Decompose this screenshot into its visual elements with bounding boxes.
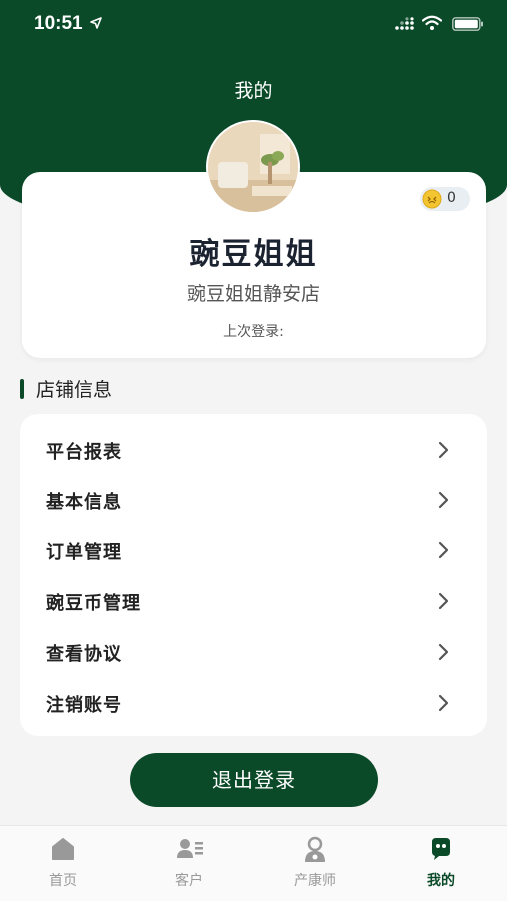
battery-icon [452, 17, 483, 31]
menu-item-coin-management[interactable]: 豌豆币管理 [20, 576, 487, 626]
menu-item-label: 豌豆币管理 [46, 593, 141, 614]
tab-label: 我的 [427, 873, 455, 889]
tab-label: 首页 [49, 873, 77, 889]
therapist-icon [305, 836, 325, 862]
coin-count: 0 [447, 190, 456, 206]
last-login-label: 上次登录: [223, 324, 284, 340]
chevron-right-icon [438, 541, 449, 559]
menu-item-label: 基本信息 [46, 492, 122, 513]
tab-label: 产康师 [294, 873, 336, 889]
tab-home[interactable]: 首页 [0, 826, 126, 901]
chevron-right-icon [438, 592, 449, 610]
customers-icon [177, 839, 203, 858]
menu-item-view-agreement[interactable]: 查看协议 [20, 627, 487, 677]
logout-button[interactable]: 退出登录 [130, 753, 378, 807]
store-name: 豌豆姐姐静安店 [186, 283, 320, 305]
coin-badge[interactable]: 0 [420, 187, 470, 211]
chevron-right-icon [438, 441, 449, 459]
location-arrow-icon [90, 17, 102, 29]
chevron-right-icon [438, 643, 449, 661]
menu-item-label: 注销账号 [46, 695, 122, 716]
section-title: 店铺信息 [36, 379, 113, 401]
menu-card: 平台报表 基本信息 订单管理 豌豆币管理 查看协议 注销账号 [20, 414, 487, 736]
avatar[interactable] [206, 120, 300, 214]
menu-item-label: 订单管理 [46, 542, 122, 563]
coin-icon [422, 189, 442, 209]
menu-item-basic-info[interactable]: 基本信息 [20, 475, 487, 525]
mine-icon [432, 838, 450, 860]
tab-label: 客户 [175, 873, 203, 889]
wifi-icon [422, 15, 442, 30]
tab-therapist[interactable]: 产康师 [252, 826, 378, 901]
user-name: 豌豆姐姐 [189, 237, 318, 272]
cellular-signal-icon [395, 17, 414, 30]
menu-item-order-management[interactable]: 订单管理 [20, 525, 487, 575]
status-bar: 10:51 [0, 0, 507, 48]
avatar-image [208, 122, 298, 212]
tab-mine[interactable]: 我的 [378, 826, 504, 901]
chevron-right-icon [438, 491, 449, 509]
menu-item-delete-account[interactable]: 注销账号 [20, 678, 487, 728]
tab-customers[interactable]: 客户 [126, 826, 252, 901]
chevron-right-icon [438, 694, 449, 712]
menu-item-label: 查看协议 [46, 644, 122, 665]
page-title: 我的 [234, 80, 273, 102]
menu-item-platform-report[interactable]: 平台报表 [20, 425, 487, 475]
tab-bar: 首页 客户 产康师 我的 [0, 825, 507, 901]
section-accent-bar [20, 379, 24, 399]
home-icon [52, 838, 74, 860]
status-time: 10:51 [34, 13, 83, 34]
menu-item-label: 平台报表 [46, 442, 122, 463]
